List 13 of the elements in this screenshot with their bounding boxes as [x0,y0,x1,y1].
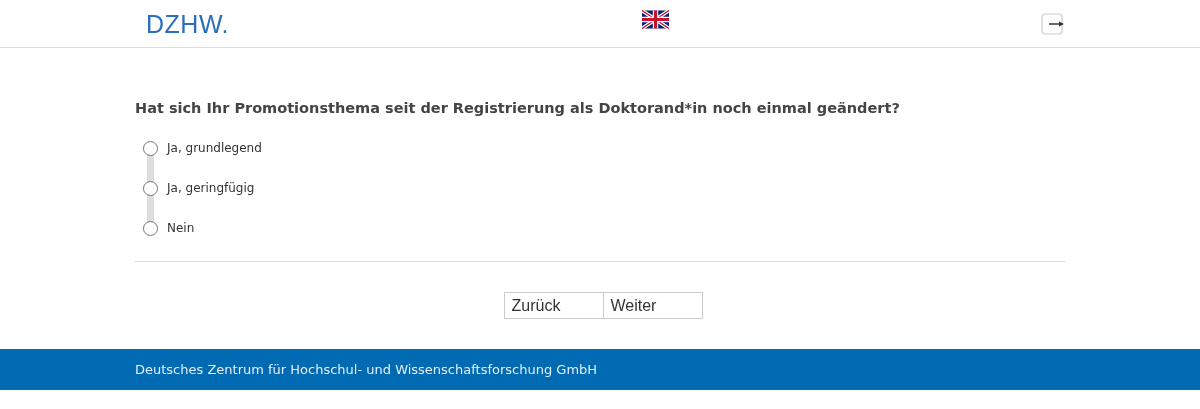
back-button[interactable]: Zurück [503,292,604,319]
logo[interactable]: DZHW. [146,11,230,37]
logout-icon[interactable] [1041,13,1065,35]
option-label[interactable]: Ja, geringfügig [167,181,255,195]
question-text: Hat sich Ihr Promotionsthema seit der Registrierung als Doktorand*in noch einmal geändert? [135,99,901,118]
footer-text: Deutsches Zentrum für Hochschul- und Wissenschaftsforschung GmbH [135,362,598,377]
option-label[interactable]: Nein [167,221,195,235]
radio-button[interactable] [143,140,158,156]
uk-flag-icon[interactable] [641,10,669,29]
radio-button[interactable] [143,180,158,196]
option-label[interactable]: Ja, grundlegend [167,141,262,155]
radio-button[interactable] [143,220,158,236]
next-button[interactable]: Weiter [602,292,703,319]
